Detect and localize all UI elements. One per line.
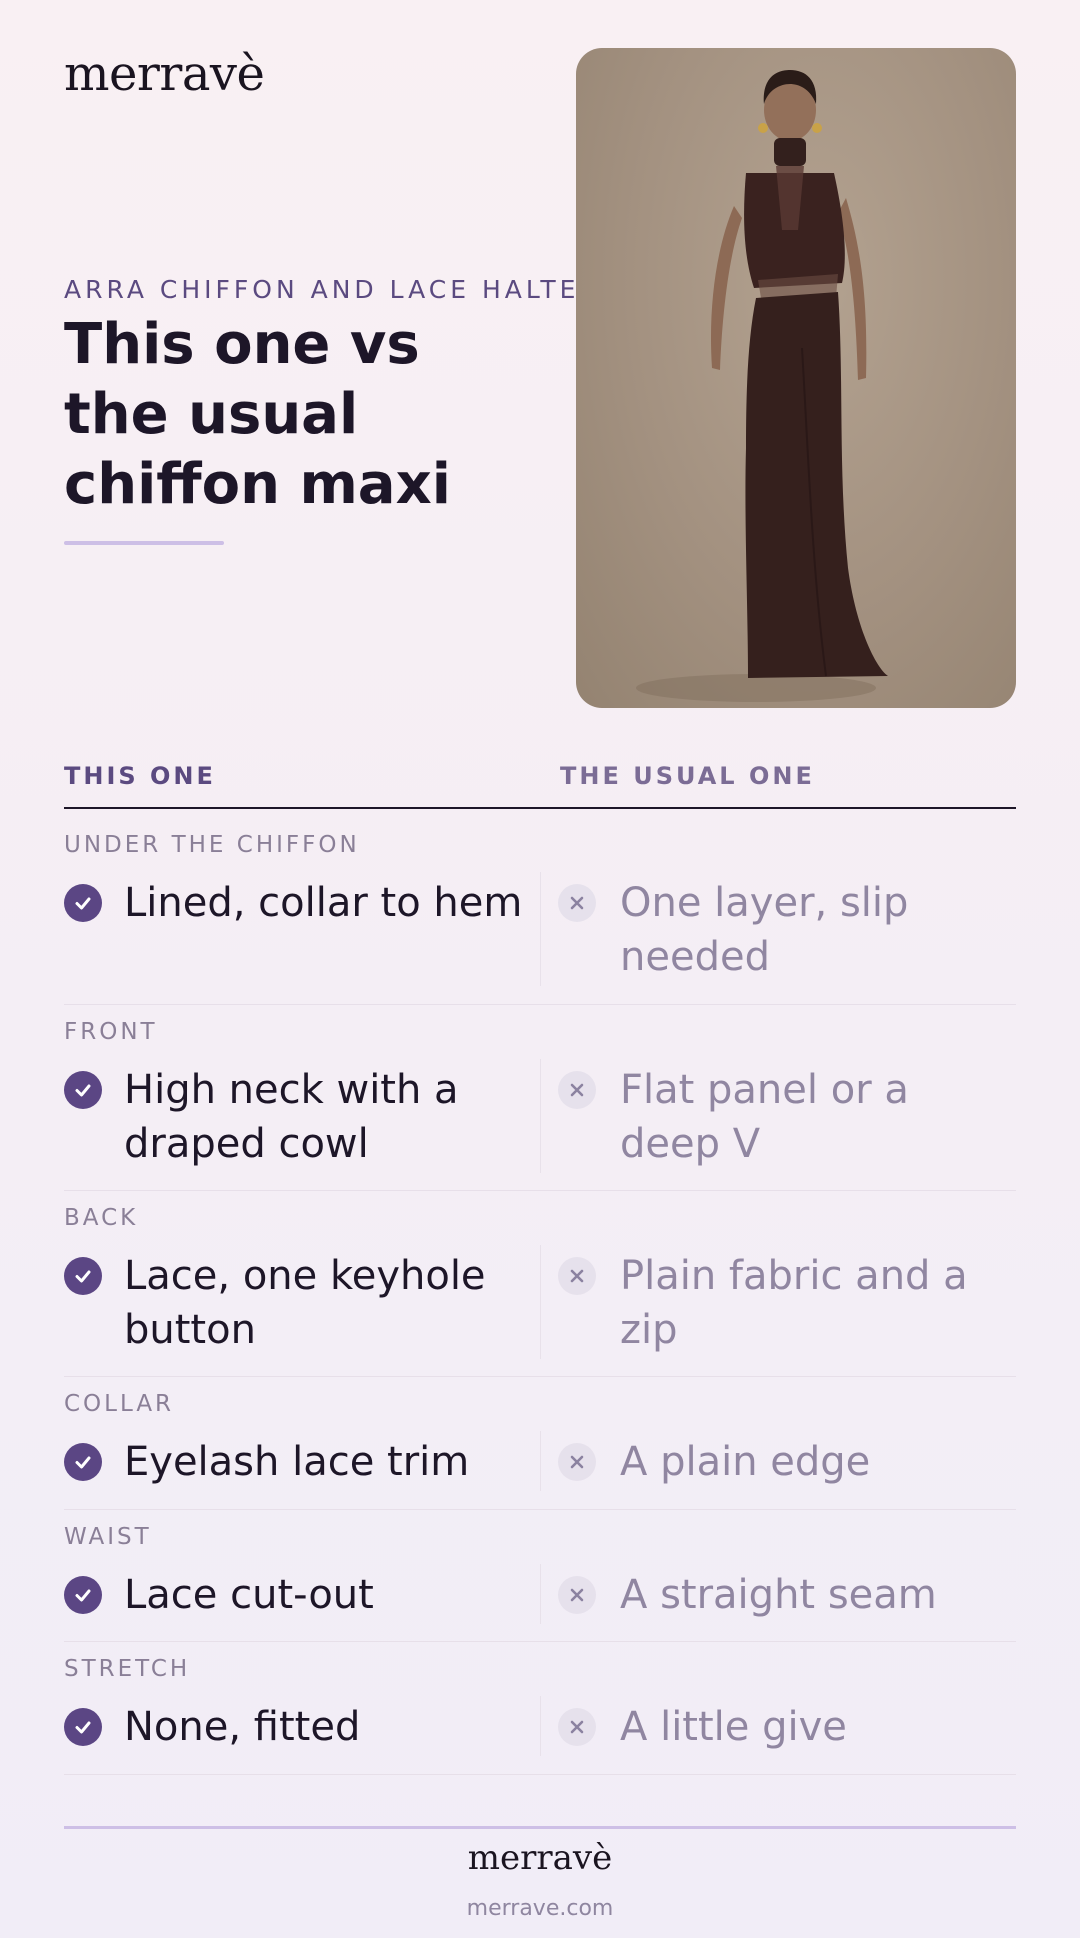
close-icon <box>558 1576 596 1614</box>
check-icon <box>64 1257 102 1295</box>
comparison-table: UNDER THE CHIFFON Lined, collar to hem O… <box>64 808 1016 1775</box>
usual-one-value: A plain edge <box>620 1439 871 1485</box>
footer-url-link[interactable]: merrave.com <box>0 1896 1080 1921</box>
close-icon <box>558 1708 596 1746</box>
table-row: COLLAR Eyelash lace trim A plain edge <box>64 1377 1016 1510</box>
table-row: FRONT High neck with a draped cowl Flat … <box>64 1005 1016 1191</box>
row-divider <box>540 1431 541 1491</box>
close-icon <box>558 884 596 922</box>
table-row: STRETCH None, fitted A little give <box>64 1642 1016 1775</box>
check-icon <box>64 1071 102 1109</box>
close-icon <box>558 1257 596 1295</box>
brand-logo[interactable]: merravè <box>64 46 265 102</box>
column-header-usual-one: THE USUAL ONE <box>560 762 815 790</box>
footer-rule <box>64 1826 1016 1829</box>
this-one-value: Eyelash lace trim <box>124 1439 470 1485</box>
usual-one-value: A little give <box>620 1704 847 1750</box>
row-label: WAIST <box>64 1524 152 1550</box>
usual-one-value: Plain fabric and a zip <box>620 1253 968 1353</box>
page-headline: This one vs the usual chiffon maxi <box>64 312 451 517</box>
this-one-value: High neck with a draped cowl <box>124 1067 459 1167</box>
check-icon <box>64 1443 102 1481</box>
row-divider <box>540 1059 541 1173</box>
headline-underline <box>64 541 224 545</box>
row-label: UNDER THE CHIFFON <box>64 832 360 858</box>
column-header-this-one: THIS ONE <box>64 762 216 790</box>
usual-one-value: A straight seam <box>620 1572 937 1618</box>
this-one-value: None, fitted <box>124 1704 361 1750</box>
row-label: COLLAR <box>64 1391 175 1417</box>
usual-one-value: Flat panel or a deep V <box>620 1067 909 1167</box>
close-icon <box>558 1071 596 1109</box>
product-eyebrow: ARRA CHIFFON AND LACE HALTER MAXI DRESS <box>64 275 584 304</box>
row-divider <box>540 1245 541 1359</box>
table-row: BACK Lace, one keyhole button Plain fabr… <box>64 1191 1016 1377</box>
footer-logo[interactable]: merravè <box>0 1838 1080 1878</box>
this-one-value: Lace, one keyhole button <box>124 1253 486 1353</box>
table-row: WAIST Lace cut-out A straight seam <box>64 1510 1016 1642</box>
product-photo <box>576 48 1016 708</box>
row-label: STRETCH <box>64 1656 191 1682</box>
usual-one-value: One layer, slip needed <box>620 880 909 980</box>
row-divider <box>540 872 541 986</box>
this-one-value: Lined, collar to hem <box>124 880 523 926</box>
check-icon <box>64 1708 102 1746</box>
row-divider <box>540 1564 541 1624</box>
check-icon <box>64 1576 102 1614</box>
row-label: BACK <box>64 1205 139 1231</box>
this-one-value: Lace cut-out <box>124 1572 374 1618</box>
table-row: UNDER THE CHIFFON Lined, collar to hem O… <box>64 808 1016 1005</box>
close-icon <box>558 1443 596 1481</box>
row-divider <box>540 1696 541 1756</box>
check-icon <box>64 884 102 922</box>
row-label: FRONT <box>64 1019 158 1045</box>
